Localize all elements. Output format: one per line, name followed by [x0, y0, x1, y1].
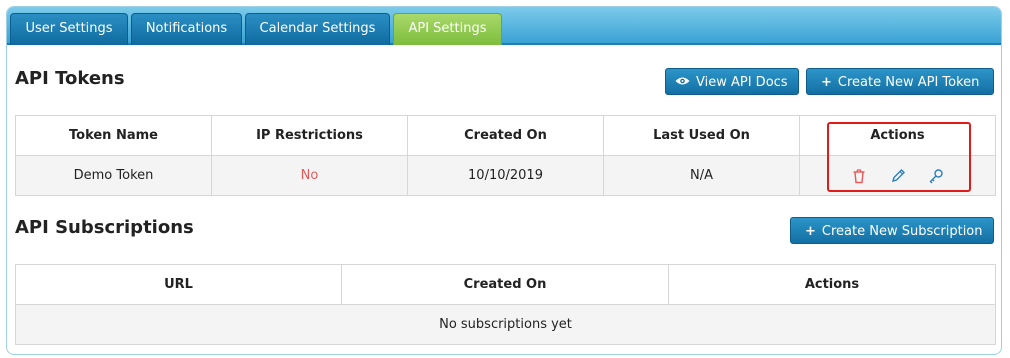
- settings-panel: User Settings Notifications Calendar Set…: [6, 6, 1002, 355]
- tab-calendar-settings[interactable]: Calendar Settings: [245, 13, 390, 45]
- empty-state-message: No subscriptions yet: [15, 304, 996, 345]
- api-subscriptions-title: API Subscriptions: [15, 217, 194, 238]
- tab-bar: User Settings Notifications Calendar Set…: [7, 7, 1001, 45]
- column-header-ip-restrictions: IP Restrictions: [211, 115, 408, 156]
- created-on-cell: 10/10/2019: [407, 155, 604, 196]
- ip-restrictions-cell: No: [211, 155, 408, 196]
- tab-notifications[interactable]: Notifications: [131, 13, 242, 45]
- create-subscription-label: Create New Subscription: [821, 224, 983, 239]
- table-row: No subscriptions yet: [15, 304, 996, 345]
- tab-user-settings[interactable]: User Settings: [10, 13, 128, 45]
- create-subscription-button[interactable]: + Create New Subscription: [790, 217, 994, 244]
- view-api-docs-label: View API Docs: [696, 75, 788, 90]
- api-tokens-title: API Tokens: [15, 68, 125, 89]
- plus-icon: +: [805, 224, 816, 239]
- column-header-created-on: Created On: [407, 115, 604, 156]
- api-tokens-table: Token Name IP Restrictions Created On La…: [15, 115, 996, 196]
- column-header-token-name: Token Name: [15, 115, 212, 156]
- last-used-cell: N/A: [603, 155, 800, 196]
- api-subscriptions-table: URL Created On Actions No subscriptions …: [15, 264, 996, 345]
- table-header-row: URL Created On Actions: [15, 264, 996, 305]
- column-header-url: URL: [15, 264, 342, 305]
- tab-api-settings[interactable]: API Settings: [393, 13, 502, 45]
- actions-cell: [799, 155, 996, 196]
- create-api-token-label: Create New API Token: [837, 75, 980, 90]
- key-icon[interactable]: [927, 167, 945, 185]
- view-api-docs-button[interactable]: View API Docs: [665, 68, 799, 95]
- column-header-actions: Actions: [668, 264, 996, 305]
- create-api-token-button[interactable]: + Create New API Token: [806, 68, 994, 95]
- table-header-row: Token Name IP Restrictions Created On La…: [15, 115, 996, 156]
- plus-icon: +: [821, 75, 832, 90]
- trash-icon[interactable]: [850, 167, 868, 185]
- column-header-last-used-on: Last Used On: [603, 115, 800, 156]
- pencil-icon[interactable]: [889, 167, 907, 185]
- column-header-actions: Actions: [799, 115, 996, 156]
- eye-icon: [675, 69, 690, 96]
- column-header-created-on: Created On: [341, 264, 669, 305]
- table-row: Demo Token No 10/10/2019 N/A: [15, 155, 996, 196]
- token-name-cell: Demo Token: [15, 155, 212, 196]
